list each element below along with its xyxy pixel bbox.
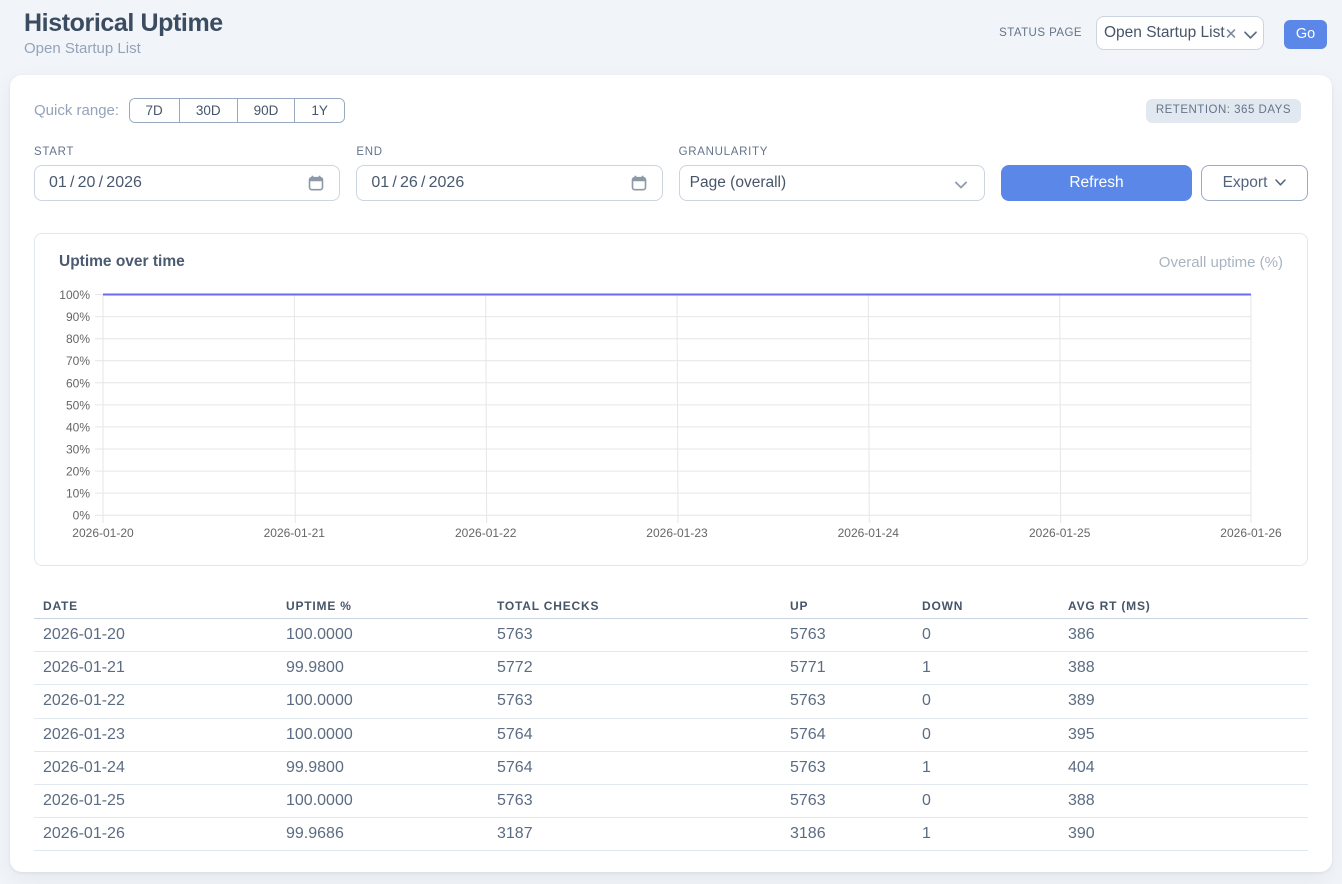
- svg-text:90%: 90%: [66, 310, 90, 324]
- svg-text:40%: 40%: [66, 420, 90, 434]
- svg-text:2026-01-22: 2026-01-22: [455, 526, 517, 540]
- svg-text:60%: 60%: [66, 376, 90, 390]
- svg-text:70%: 70%: [66, 354, 90, 368]
- svg-text:2026-01-20: 2026-01-20: [72, 526, 134, 540]
- svg-text:10%: 10%: [66, 487, 90, 501]
- svg-text:2026-01-25: 2026-01-25: [1029, 526, 1091, 540]
- svg-text:2026-01-26: 2026-01-26: [1220, 526, 1282, 540]
- svg-text:30%: 30%: [66, 443, 90, 457]
- svg-text:80%: 80%: [66, 332, 90, 346]
- svg-text:100%: 100%: [59, 288, 90, 302]
- svg-text:0%: 0%: [73, 509, 91, 523]
- svg-text:2026-01-24: 2026-01-24: [838, 526, 900, 540]
- svg-text:2026-01-23: 2026-01-23: [646, 526, 708, 540]
- svg-text:2026-01-21: 2026-01-21: [264, 526, 326, 540]
- svg-text:20%: 20%: [66, 465, 90, 479]
- svg-text:50%: 50%: [66, 398, 90, 412]
